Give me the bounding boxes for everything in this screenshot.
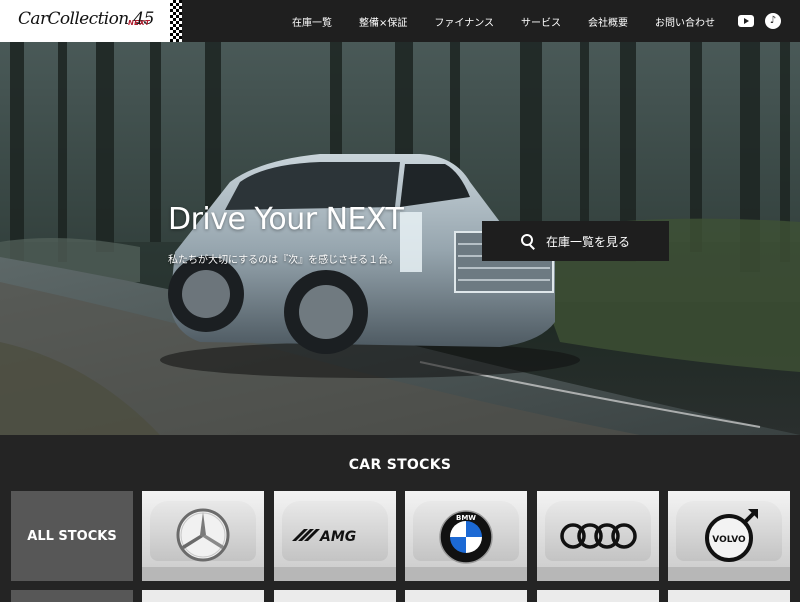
bmw-roundel-icon: BMW: [439, 510, 493, 564]
audi-rings-icon: [560, 523, 637, 549]
amg-logo-text: AMG: [319, 529, 356, 545]
brand-tile-audi[interactable]: [537, 491, 659, 581]
hero-section: Drive Your NEXT 私たちが大切にするのは『次』を感じさせる１台。 …: [0, 42, 800, 435]
search-icon: [520, 234, 535, 248]
logo-subtext: NEXT: [128, 19, 151, 27]
volvo-iron-mark-icon: VOLVO: [705, 509, 758, 562]
checkered-flag-icon: [170, 0, 182, 42]
view-stock-list-label: 在庫一覧を見る: [545, 234, 630, 249]
tiktok-icon[interactable]: ♪: [765, 13, 781, 29]
mercedes-star-icon: [176, 508, 230, 562]
youtube-icon[interactable]: [738, 15, 754, 27]
volvo-logo-text: VOLVO: [712, 535, 746, 545]
nav-item-contact[interactable]: お問い合わせ: [655, 14, 715, 29]
bmw-logo-text: BMW: [456, 514, 476, 522]
hero-title: Drive Your NEXT: [168, 202, 404, 237]
logo[interactable]: CarCollection 45 NEXT: [0, 0, 182, 42]
car-stocks-title: CAR STOCKS: [348, 457, 452, 473]
site-header: CarCollection 45 NEXT 在庫一覧 整備×保証 ファイナンス …: [0, 0, 800, 42]
brand-tile-amg[interactable]: AMG: [274, 491, 396, 581]
view-stock-list-button[interactable]: 在庫一覧を見る: [482, 221, 669, 261]
nav-item-stock-list[interactable]: 在庫一覧: [292, 14, 332, 29]
hero-subtitle: 私たちが大切にするのは『次』を感じさせる１台。: [168, 255, 399, 266]
main-nav: 在庫一覧 整備×保証 ファイナンス サービス 会社概要 お問い合わせ: [292, 0, 742, 42]
brand-tile-volvo[interactable]: VOLVO: [668, 491, 790, 581]
next-row-tile[interactable]: [11, 590, 133, 602]
brand-tile-mercedes-benz[interactable]: [142, 491, 264, 581]
all-stocks-label: ALL STOCKS: [27, 528, 117, 544]
nav-item-maintenance-warranty[interactable]: 整備×保証: [359, 14, 407, 29]
nav-item-service[interactable]: サービス: [521, 14, 561, 29]
nav-item-finance[interactable]: ファイナンス: [434, 14, 494, 29]
next-row-tile[interactable]: [668, 590, 790, 602]
next-row-tile[interactable]: [274, 590, 396, 602]
all-stocks-tile[interactable]: ALL STOCKS: [11, 491, 133, 581]
hero-background-image: [0, 42, 800, 435]
car-stocks-section: CAR STOCKS ALL STOCKS AMG BMW VOLVO: [0, 435, 800, 602]
amg-logo: AMG: [292, 529, 356, 545]
next-row-tile[interactable]: [142, 590, 264, 602]
nav-item-company[interactable]: 会社概要: [588, 14, 628, 29]
next-row-tile[interactable]: [405, 590, 527, 602]
next-row-tile[interactable]: [537, 590, 659, 602]
brand-tile-bmw[interactable]: BMW: [405, 491, 527, 581]
